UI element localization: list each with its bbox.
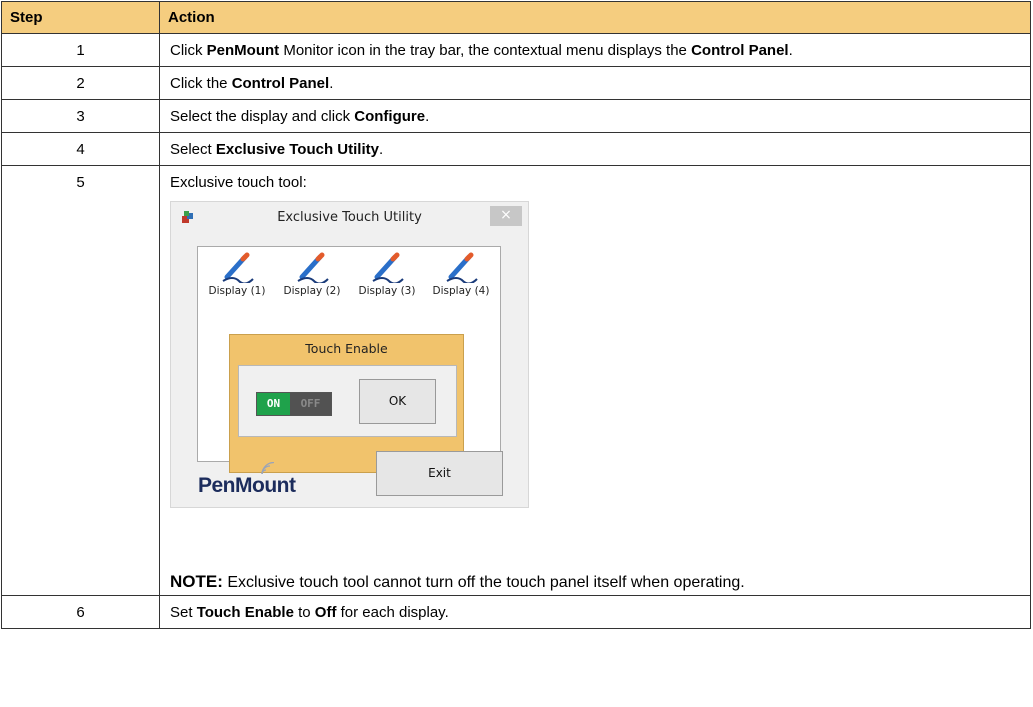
touch-enable-inner: ON OFF OK: [238, 365, 457, 437]
step-intro: Exclusive touch tool:: [170, 174, 307, 191]
step-number: 1: [1, 33, 160, 67]
touch-toggle[interactable]: ON OFF: [256, 392, 332, 416]
ok-button[interactable]: OK: [359, 379, 436, 424]
step-action: Click the Control Panel.: [159, 66, 1031, 100]
step-number: 3: [1, 99, 160, 133]
display-item-4[interactable]: Display (4): [424, 251, 498, 297]
note-text: Exclusive touch tool cannot turn off the…: [222, 574, 745, 591]
table-row: 5 Exclusive touch tool: Exclusive Touch …: [1, 165, 1031, 596]
step-action: Click PenMount Monitor icon in the tray …: [159, 33, 1031, 67]
step-number: 5: [1, 165, 160, 596]
pen-icon: [222, 252, 254, 283]
step-action: Select the display and click Configure.: [159, 99, 1031, 133]
penmount-logo: PenMount: [198, 462, 296, 498]
pen-icon: [446, 252, 478, 283]
display-label: Display (1): [208, 285, 266, 297]
display-label: Display (3): [358, 285, 416, 297]
table-row: 2 Click the Control Panel.: [1, 66, 1031, 100]
table-row: 1 Click PenMount Monitor icon in the tra…: [1, 33, 1031, 67]
table-row: 3 Select the display and click Configure…: [1, 99, 1031, 133]
display-label: Display (4): [432, 285, 490, 297]
step-action: Set Touch Enable to Off for each display…: [159, 595, 1031, 629]
touch-enable-title: Touch Enable: [305, 341, 388, 356]
pen-icon: [372, 252, 404, 283]
header-row: Step Action: [1, 1, 1031, 34]
steps-table: Step Action 1 Click PenMount Monitor ico…: [1, 1, 1031, 629]
display-panel: Display (1) Display (2) Display (3) Disp…: [197, 246, 501, 473]
display-label: Display (2): [283, 285, 341, 297]
display-item-3[interactable]: Display (3): [350, 251, 424, 297]
step-action: Exclusive touch tool: Exclusive Touch Ut…: [159, 165, 1031, 596]
header-action: Action: [159, 1, 1031, 34]
step-number: 6: [1, 595, 160, 629]
pen-icon: [297, 252, 329, 283]
table-row: 4 Select Exclusive Touch Utility.: [1, 132, 1031, 166]
step-number: 2: [1, 66, 160, 100]
exclusive-touch-dialog: Exclusive Touch Utility × Display (1) Di…: [170, 201, 529, 508]
signal-icon: [261, 462, 275, 475]
table-row: 6 Set Touch Enable to Off for each displ…: [1, 595, 1031, 629]
note-label: NOTE:: [170, 572, 223, 591]
display-item-2[interactable]: Display (2): [275, 251, 349, 297]
note: NOTE: Exclusive touch tool cannot turn o…: [170, 572, 1022, 592]
display-item-1[interactable]: Display (1): [200, 251, 274, 297]
step-action: Select Exclusive Touch Utility.: [159, 132, 1031, 166]
toggle-off-label: OFF: [290, 393, 331, 415]
header-step: Step: [1, 1, 160, 34]
close-icon[interactable]: ×: [490, 206, 522, 226]
toggle-on-label: ON: [257, 393, 290, 415]
dialog-title: Exclusive Touch Utility: [277, 210, 422, 225]
exit-button[interactable]: Exit: [376, 451, 503, 496]
step-number: 4: [1, 132, 160, 166]
